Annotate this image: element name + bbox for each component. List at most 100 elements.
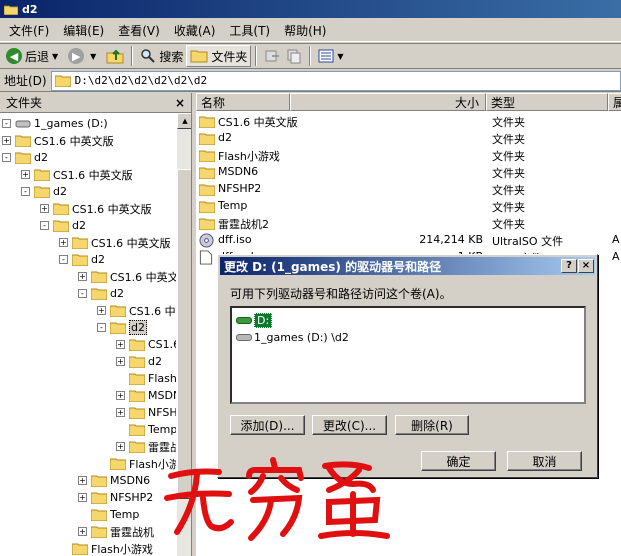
tree-item[interactable]: - d2 [21,183,67,200]
tree-item[interactable]: Temp [78,506,139,523]
expand-icon[interactable]: + [78,476,87,485]
close-icon[interactable]: × [578,259,594,273]
expand-icon[interactable]: + [116,357,125,366]
menu-file[interactable]: 文件(F) [2,22,56,39]
folders-button[interactable]: 文件夹 [186,45,252,67]
list-item[interactable]: 1_games (D:) \d2 [236,329,349,345]
file-row[interactable]: Temp 文件夹 [196,198,621,215]
file-row[interactable]: NFSHP2 文件夹 [196,181,621,198]
copy-to-button[interactable] [283,45,305,67]
collapse-icon[interactable]: - [40,221,49,230]
tree-scrollbar[interactable]: ▲ [176,113,191,556]
tree-item[interactable]: Flash小游 [97,455,176,472]
scroll-thumb[interactable] [177,169,191,499]
expand-icon[interactable]: + [2,136,11,145]
column-type[interactable]: 类型 [486,93,608,111]
tree-item[interactable]: Flash [116,370,176,387]
tree-item[interactable]: + CS1.6 中英文版 [40,200,152,217]
tree-item[interactable]: Flash小游戏 [59,540,153,556]
tree-item[interactable]: - d2 [2,149,48,166]
window-titlebar[interactable]: d2 [0,0,621,18]
chevron-down-icon[interactable]: ▼ [52,52,58,61]
file-row[interactable]: MSDN6 文件夹 [196,164,621,181]
collapse-icon[interactable]: - [97,323,106,332]
collapse-icon[interactable]: - [78,289,87,298]
file-name: MSDN6 [218,165,259,178]
menu-view[interactable]: 查看(V) [111,22,167,39]
close-icon[interactable]: × [175,96,185,110]
expand-icon[interactable]: + [21,170,30,179]
address-input[interactable]: D:\d2\d2\d2\d2\d2\d2 [50,70,621,91]
tree-item-label: NFSHP2 [110,491,154,504]
chevron-down-icon[interactable]: ▼ [337,52,343,61]
tree-item[interactable]: + CS1.6 中英文版 [59,234,171,251]
file-row[interactable]: CS1.6 中英文版 文件夹 [196,113,621,130]
file-row[interactable]: d2 文件夹 [196,130,621,147]
file-attributes: A [612,233,620,246]
move-to-button[interactable] [261,45,283,67]
change-button[interactable]: 更改(C)... [312,415,387,435]
remove-button[interactable]: 删除(R) [395,415,469,435]
forward-button[interactable]: ▶ ▼ [65,45,103,67]
tree-item[interactable]: - d2 [97,319,147,336]
search-button[interactable]: 搜索 [137,45,186,67]
tree-item[interactable]: + MSDN6 [116,387,176,404]
chevron-down-icon[interactable]: ▼ [90,52,96,61]
expand-icon[interactable]: + [40,204,49,213]
views-button[interactable]: ▼ [315,45,350,67]
column-attributes[interactable]: 属 [608,93,621,111]
menu-favorites[interactable]: 收藏(A) [167,22,223,39]
file-row[interactable]: dff.iso 214,214 KB UltraISO 文件 A [196,232,621,249]
tree-item[interactable]: - d2 [78,285,124,302]
expand-icon[interactable]: + [78,527,87,536]
views-icon [318,49,334,63]
menu-tools[interactable]: 工具(T) [222,22,277,39]
ok-button[interactable]: 确定 [421,451,496,471]
tree-item[interactable]: + MSDN6 [78,472,150,489]
column-size[interactable]: 大小 [290,93,486,111]
collapse-icon[interactable]: - [2,153,11,162]
tree-item[interactable]: - 1_games (D:) [2,115,108,132]
collapse-icon[interactable]: - [59,255,68,264]
tree-item[interactable]: + CS1.6 中英文版 [21,166,133,183]
tree-item[interactable]: - d2 [59,251,105,268]
tree-item[interactable]: + CS1.6 [116,336,176,353]
back-button[interactable]: ◀ 后退 ▼ [3,45,65,67]
collapse-icon[interactable]: - [2,119,11,128]
drive-icon [15,120,31,128]
tree-item[interactable]: + d2 [116,353,162,370]
add-button[interactable]: 添加(D)... [230,415,305,435]
tree-item[interactable]: + CS1.6 中英文 [78,268,176,285]
path-list[interactable]: D: 1_games (D:) \d2 [230,306,586,404]
tree-item[interactable]: + 雷霆战 [116,438,176,455]
collapse-icon[interactable]: - [21,187,30,196]
folder-icon [4,5,18,15]
expand-icon[interactable]: + [78,272,87,281]
help-icon[interactable]: ? [561,259,577,273]
file-row[interactable]: Flash小游戏 文件夹 [196,147,621,164]
tree-item[interactable]: + 雷霆战机 [78,523,154,540]
tree-item[interactable]: + CS1.6 中英文版 [2,132,114,149]
expand-icon[interactable]: + [116,442,125,451]
folder-icon [129,390,145,402]
column-name[interactable]: 名称 [196,93,290,111]
expand-icon[interactable]: + [97,306,106,315]
list-item[interactable]: D: [236,312,273,328]
tree-item[interactable]: - d2 [40,217,86,234]
cancel-button[interactable]: 取消 [507,451,582,471]
tree-item[interactable]: + NFSHP2 [78,489,153,506]
menu-edit[interactable]: 编辑(E) [56,22,111,39]
file-row[interactable]: 雷霆战机2 文件夹 [196,215,621,232]
expand-icon[interactable]: + [59,238,68,247]
tree-item[interactable]: + NFSHP [116,404,176,421]
scroll-up-icon[interactable]: ▲ [177,113,191,129]
dialog-titlebar[interactable]: 更改 D: (1_games) 的驱动器号和路径 [220,257,595,275]
up-folder-button[interactable] [103,45,127,67]
expand-icon[interactable]: + [116,408,125,417]
menu-help[interactable]: 帮助(H) [277,22,333,39]
expand-icon[interactable]: + [116,391,125,400]
tree-item[interactable]: + CS1.6 中 [97,302,176,319]
expand-icon[interactable]: + [78,493,87,502]
expand-icon[interactable]: + [116,340,125,349]
tree-item[interactable]: Temp [116,421,176,438]
